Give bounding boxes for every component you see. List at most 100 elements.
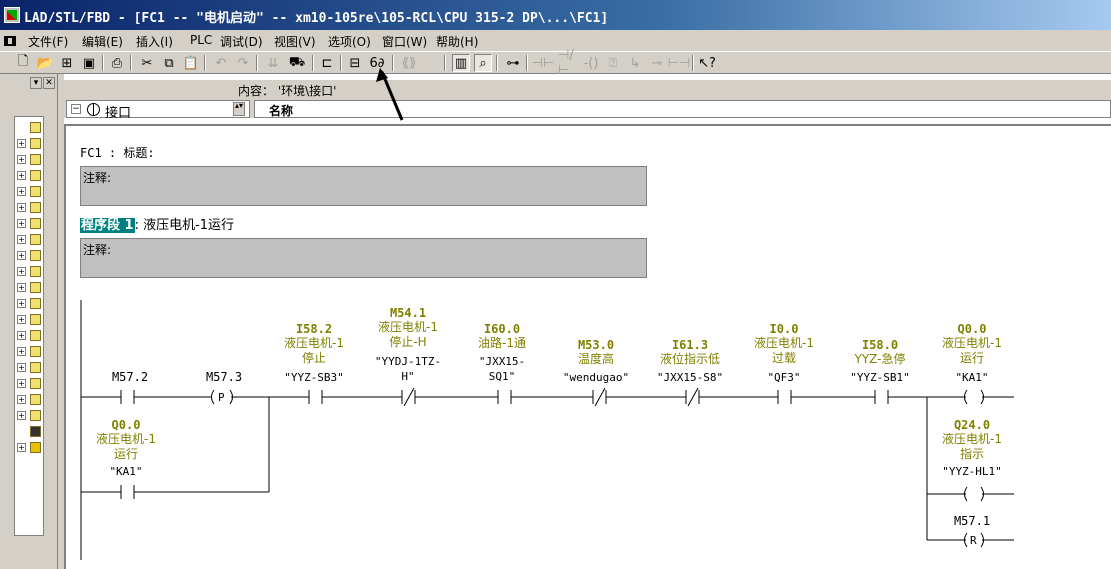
collapse-icon[interactable]: − — [71, 104, 81, 114]
connection-icon[interactable]: ⊢⊣ — [668, 54, 691, 72]
coil-address[interactable]: Q0.0 — [958, 322, 987, 336]
box-icon[interactable]: ⍰ — [604, 54, 622, 72]
p-coil-label: P — [218, 391, 225, 404]
tree-item[interactable]: + — [17, 249, 43, 263]
tree-item[interactable]: + — [17, 185, 43, 199]
copy-icon[interactable]: ⧉ — [160, 54, 178, 72]
tree-item[interactable] — [17, 425, 43, 439]
scroll-arrows-icon[interactable]: ▴▾ — [233, 102, 245, 116]
coil-address[interactable]: M57.1 — [954, 514, 990, 528]
block-comment-box[interactable]: 注释: — [80, 166, 647, 206]
branch-open-icon[interactable]: ↳ — [626, 54, 644, 72]
tree-item[interactable]: + — [17, 137, 43, 151]
network-comment-box[interactable]: 注释: — [80, 238, 647, 278]
tree-item[interactable]: + — [17, 377, 43, 391]
tree-item[interactable]: + — [17, 297, 43, 311]
accessible-nodes-icon[interactable]: ⊞ — [58, 54, 76, 72]
interface-tree[interactable]: − 接口 ▴▾ — [66, 100, 250, 121]
contact-address[interactable]: I58.2 — [296, 322, 332, 336]
pane-menu-icon[interactable]: ▾ — [30, 77, 42, 89]
contact-address[interactable]: M57.3 — [206, 370, 242, 384]
menu-help[interactable]: 帮助(H) — [436, 33, 478, 50]
annotation-arrow-icon — [376, 68, 404, 121]
contact-symbol-quoted: "YYZ-SB1" — [850, 371, 910, 384]
coil-address[interactable]: Q24.0 — [954, 418, 990, 432]
branch-icon[interactable]: ⊶ — [504, 54, 522, 72]
contact-no-icon[interactable]: ⊣⊢ — [532, 54, 555, 72]
undo-icon[interactable]: ↶ — [212, 54, 230, 72]
tree-item[interactable]: + — [17, 233, 43, 247]
contact-symbol: 液压电机-1 停止 — [284, 336, 344, 365]
menu-file[interactable]: 文件(F) — [28, 33, 68, 50]
network-icon[interactable]: ⊟ — [346, 54, 364, 72]
contact-address[interactable]: I0.0 — [770, 322, 799, 336]
contact-address[interactable]: I61.3 — [672, 338, 708, 352]
contact-symbol: 液位指示低 — [659, 352, 721, 366]
overview-pane: ▾ ✕ + + + + + + + + + + + + + + + + + + … — [0, 74, 58, 569]
r-coil-label: R — [970, 534, 977, 547]
tree-item[interactable]: + — [17, 441, 43, 455]
menu-window[interactable]: 窗口(W) — [382, 33, 427, 50]
program-element-tree[interactable]: + + + + + + + + + + + + + + + + + + + — [14, 116, 44, 536]
contact-symbol-quoted: "YYDJ-1TZ- H" — [374, 355, 442, 383]
tree-item[interactable]: + — [17, 313, 43, 327]
contact-symbol: 液压电机-1 过载 — [754, 336, 814, 365]
network-title[interactable]: 程序段 1: 液压电机-1运行 — [80, 214, 234, 233]
close-icon[interactable]: ✕ — [43, 77, 55, 89]
menu-grip-icon — [4, 36, 16, 46]
tree-item[interactable]: + — [17, 329, 43, 343]
tree-item[interactable]: + — [17, 265, 43, 279]
menu-view[interactable]: 视图(V) — [274, 33, 316, 50]
new-icon[interactable]: 🗋 — [14, 54, 32, 72]
contact-symbol-quoted: "JXX15- SQ1" — [478, 355, 526, 383]
tree-item[interactable]: + — [17, 393, 43, 407]
tag-icon[interactable]: ▥ — [452, 54, 470, 72]
upload-icon[interactable]: ⛟ — [288, 54, 306, 72]
contact-address[interactable]: I60.0 — [484, 322, 520, 336]
back-icon[interactable]: ⊏ — [318, 54, 336, 72]
name-header-label: 名称 — [269, 104, 294, 118]
parallel-contact-address[interactable]: Q0.0 — [112, 418, 141, 432]
tree-item[interactable]: + — [17, 201, 43, 215]
help-icon[interactable]: ↖? — [698, 54, 716, 72]
block-title[interactable]: FC1 : 标题: — [80, 144, 155, 161]
tree-item[interactable]: + — [17, 169, 43, 183]
contact-address[interactable]: M57.2 — [112, 370, 148, 384]
ladder-diagram[interactable]: P R — [64, 290, 1064, 560]
open-icon[interactable]: 📂 — [36, 54, 54, 72]
comment-label: 注释: — [83, 171, 112, 185]
print-icon[interactable]: ⎙ — [108, 54, 126, 72]
save-icon[interactable]: ▣ — [80, 54, 98, 72]
contact-symbol-quoted: "QF3" — [767, 371, 801, 384]
paste-icon[interactable]: 📋 — [182, 54, 200, 72]
menu-debug[interactable]: 调试(D) — [220, 33, 263, 50]
contact-nc-icon[interactable]: ⊣/⊢ — [558, 48, 576, 78]
window-title-bar[interactable]: LAD/STL/FBD - [FC1 -- "电机启动" -- xm10-105… — [0, 0, 1111, 30]
menu-edit[interactable]: 编辑(E) — [82, 33, 123, 50]
menu-options[interactable]: 选项(O) — [328, 33, 371, 50]
coil-symbol-quoted: "YYZ-HL1" — [942, 465, 1002, 478]
redo-icon[interactable]: ↷ — [234, 54, 252, 72]
tree-item[interactable]: + — [17, 361, 43, 375]
contact-address[interactable]: I58.0 — [862, 338, 898, 352]
tree-item[interactable]: + — [17, 217, 43, 231]
tree-item[interactable]: + — [17, 281, 43, 295]
menu-plc[interactable]: PLC — [190, 33, 212, 47]
menu-bar: 文件(F) 编辑(E) 插入(I) PLC 调试(D) 视图(V) 选项(O) … — [0, 30, 1111, 52]
tree-item[interactable]: + — [17, 409, 43, 423]
contact-address[interactable]: M53.0 — [578, 338, 614, 352]
tree-item[interactable]: + — [17, 345, 43, 359]
app-icon — [4, 7, 20, 23]
menu-insert[interactable]: 插入(I) — [136, 33, 173, 50]
contact-address[interactable]: M54.1 — [390, 306, 426, 320]
download-icon[interactable]: ⇊ — [264, 54, 282, 72]
coil-icon[interactable]: -() — [582, 54, 600, 72]
cut-icon[interactable]: ✂ — [138, 54, 156, 72]
contact-symbol: 油路-1通 — [478, 336, 526, 350]
branch-close-icon[interactable]: ⊸ — [648, 54, 666, 72]
window-title: LAD/STL/FBD - [FC1 -- "电机启动" -- xm10-105… — [24, 11, 609, 26]
zoom-icon[interactable]: ⌕ — [474, 54, 492, 72]
tree-item[interactable]: + — [17, 153, 43, 167]
interface-root-label[interactable]: 接口 — [105, 102, 131, 121]
tree-item[interactable] — [17, 121, 43, 135]
